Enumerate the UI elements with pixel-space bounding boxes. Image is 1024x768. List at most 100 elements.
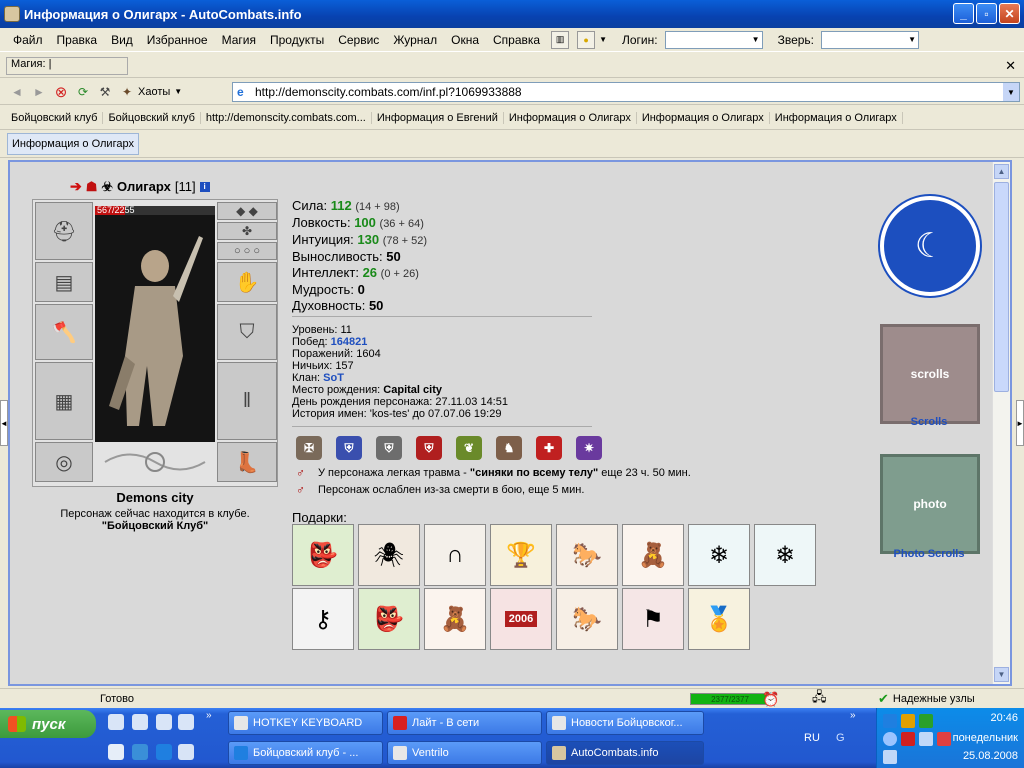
gold-medal-gift-icon[interactable]: 🏅: [688, 588, 750, 650]
purple-star-badge-icon[interactable]: ✷: [576, 436, 602, 460]
scrolls-link[interactable]: Scrolls: [870, 416, 988, 428]
address-dropdown-arrow[interactable]: ▼: [1003, 83, 1019, 101]
security-zone[interactable]: ✔ Надежные узлы: [878, 691, 975, 707]
gloves-slot-icon[interactable]: ✋: [217, 262, 277, 302]
knight-badge-icon[interactable]: ♞: [496, 436, 522, 460]
tray-user-icon[interactable]: [901, 714, 915, 728]
login-field[interactable]: ▼: [664, 30, 763, 49]
menu-products[interactable]: Продукты: [263, 33, 331, 47]
task-autocombats[interactable]: AutoCombats.info: [546, 741, 704, 765]
link-info-oligarh-3[interactable]: Информация о Олигарх: [770, 111, 903, 124]
close-button[interactable]: ✕: [999, 3, 1020, 24]
link-info-oligarh-1[interactable]: Информация о Олигарх: [504, 111, 637, 124]
shield-red-badge-icon[interactable]: ⛨: [416, 436, 442, 460]
expand-chevron-icon[interactable]: »: [850, 710, 856, 721]
scroll-down-icon[interactable]: ▼: [994, 667, 1009, 682]
expand-chevron-icon[interactable]: »: [206, 710, 212, 721]
quicklaunch-icon-1[interactable]: [108, 714, 124, 730]
bulb-icon[interactable]: ●: [577, 30, 596, 49]
start-button[interactable]: пуск: [0, 710, 96, 738]
teddy-bear-gift-icon[interactable]: 🧸: [424, 588, 486, 650]
scroll-up-icon[interactable]: ▲: [994, 164, 1009, 179]
magic-field[interactable]: Магия: |: [6, 56, 128, 75]
helmet-slot-icon[interactable]: ⛑: [35, 202, 93, 260]
shield-gray-badge-icon[interactable]: ⛨: [376, 436, 402, 460]
menu-favorites[interactable]: Избранное: [140, 33, 215, 47]
quicklaunch-icon-4[interactable]: [178, 714, 194, 730]
warrior-badge-icon[interactable]: ✠: [296, 436, 322, 460]
task-ventrilo[interactable]: Ventrilo: [387, 741, 542, 765]
greaves-slot-icon[interactable]: ‖: [217, 362, 277, 440]
tray-back-icon[interactable]: [883, 732, 897, 746]
keychain-gift-icon[interactable]: ⚷: [292, 588, 354, 650]
vertical-scrollbar[interactable]: ▲ ▼: [992, 162, 1010, 684]
link-demonscity[interactable]: http://demonscity.combats.com...: [201, 111, 372, 124]
goblin-gift-icon[interactable]: 👺: [292, 524, 354, 586]
tab-info-oligarh[interactable]: Информация о Олигарх: [7, 133, 139, 155]
menu-magic[interactable]: Магия: [215, 33, 263, 47]
info-icon[interactable]: i: [199, 181, 210, 192]
tray-k-icon[interactable]: [901, 732, 915, 746]
beast-field[interactable]: ▼: [821, 30, 920, 49]
goblin-gift-icon[interactable]: 👺: [358, 588, 420, 650]
quicklaunch-icon-5[interactable]: [108, 744, 124, 760]
menu-windows[interactable]: Окна: [444, 33, 486, 47]
shield-blue-badge-icon[interactable]: ⛨: [336, 436, 362, 460]
quicklaunch-icon-2[interactable]: [132, 714, 148, 730]
menu-view[interactable]: Вид: [104, 33, 140, 47]
refresh-icon[interactable]: ⟳: [72, 82, 94, 102]
bulb-dropdown-arrow[interactable]: ▼: [599, 35, 607, 44]
menu-help[interactable]: Справка: [486, 33, 547, 47]
chaos-icon[interactable]: ✦: [116, 82, 138, 102]
rings-slot-icon[interactable]: ○ ○ ○: [217, 242, 277, 260]
task-fight-club[interactable]: Бойцовский клуб - ...: [228, 741, 383, 765]
quicklaunch-icon-8[interactable]: [178, 744, 194, 760]
link-fight-club-1[interactable]: Бойцовский клуб: [6, 111, 104, 124]
scrolls-banner-icon[interactable]: scrolls: [880, 324, 980, 424]
task-news[interactable]: Новости Бойцовског...: [546, 711, 704, 735]
red-banner-gift-icon[interactable]: ⚑: [622, 588, 684, 650]
teddy-bear-gift-icon[interactable]: 🧸: [622, 524, 684, 586]
quicklaunch-icon-3[interactable]: [156, 714, 172, 730]
trophy-gift-icon[interactable]: 🏆: [490, 524, 552, 586]
menu-journal[interactable]: Журнал: [386, 33, 444, 47]
clan-link[interactable]: SoT: [323, 372, 344, 384]
armor-slot-icon[interactable]: ▦: [35, 362, 93, 440]
bracers-slot-icon[interactable]: ▤: [35, 262, 93, 302]
link-info-oligarh-2[interactable]: Информация о Олигарх: [637, 111, 770, 124]
photo-scrolls-banner-icon[interactable]: photo: [880, 454, 980, 554]
boots-slot-icon[interactable]: 👢: [217, 442, 277, 482]
maximize-button[interactable]: ▫: [976, 3, 997, 24]
bank-icon[interactable]: ▥: [551, 30, 570, 49]
chaos-dropdown-arrow[interactable]: ▼: [174, 87, 182, 96]
right-panel-grip[interactable]: ►: [1016, 400, 1024, 446]
menu-file[interactable]: Файл: [6, 33, 50, 47]
clock-icon[interactable]: ⏰: [762, 691, 779, 707]
left-panel-grip[interactable]: ◄: [0, 400, 8, 446]
axe-slot-icon[interactable]: 🪓: [35, 304, 93, 360]
spider-gift-icon[interactable]: 🕷: [358, 524, 420, 586]
forward-arrow-icon[interactable]: ►: [28, 82, 50, 102]
rocking-horse-gift-icon[interactable]: 🐎: [556, 588, 618, 650]
stop-icon[interactable]: ⊗: [50, 82, 72, 102]
arrow-icon[interactable]: ➔: [70, 178, 82, 195]
scroll-thumb[interactable]: [994, 182, 1009, 392]
earrings-slot-icon[interactable]: ◆ ◆: [217, 202, 277, 220]
laurel-badge-icon[interactable]: ❦: [456, 436, 482, 460]
language-bar-icon[interactable]: G: [836, 732, 845, 744]
language-indicator[interactable]: RU: [804, 732, 820, 744]
link-info-evgeniy[interactable]: Информация о Евгений: [372, 111, 504, 124]
task-hotkey-keyboard[interactable]: HOTKEY KEYBOARD: [228, 711, 383, 735]
tray-printer-icon[interactable]: [919, 732, 933, 746]
link-fight-club-2[interactable]: Бойцовский клуб: [103, 111, 201, 124]
horseshoe-gift-icon[interactable]: ∩: [424, 524, 486, 586]
minimize-button[interactable]: _: [953, 3, 974, 24]
rocking-horse-gift-icon[interactable]: 🐎: [556, 524, 618, 586]
address-field[interactable]: e http://demonscity.combats.com/inf.pl?1…: [232, 82, 1020, 102]
tray-network-icon[interactable]: [883, 714, 897, 728]
menu-service[interactable]: Сервис: [331, 33, 386, 47]
magic-bar-close-icon[interactable]: ✕: [1005, 58, 1016, 74]
ice-crystal-gift-icon[interactable]: ❄: [688, 524, 750, 586]
photo-scrolls-link[interactable]: Photo Scrolls: [870, 548, 988, 560]
book-2006-gift-icon[interactable]: 2006: [490, 588, 552, 650]
